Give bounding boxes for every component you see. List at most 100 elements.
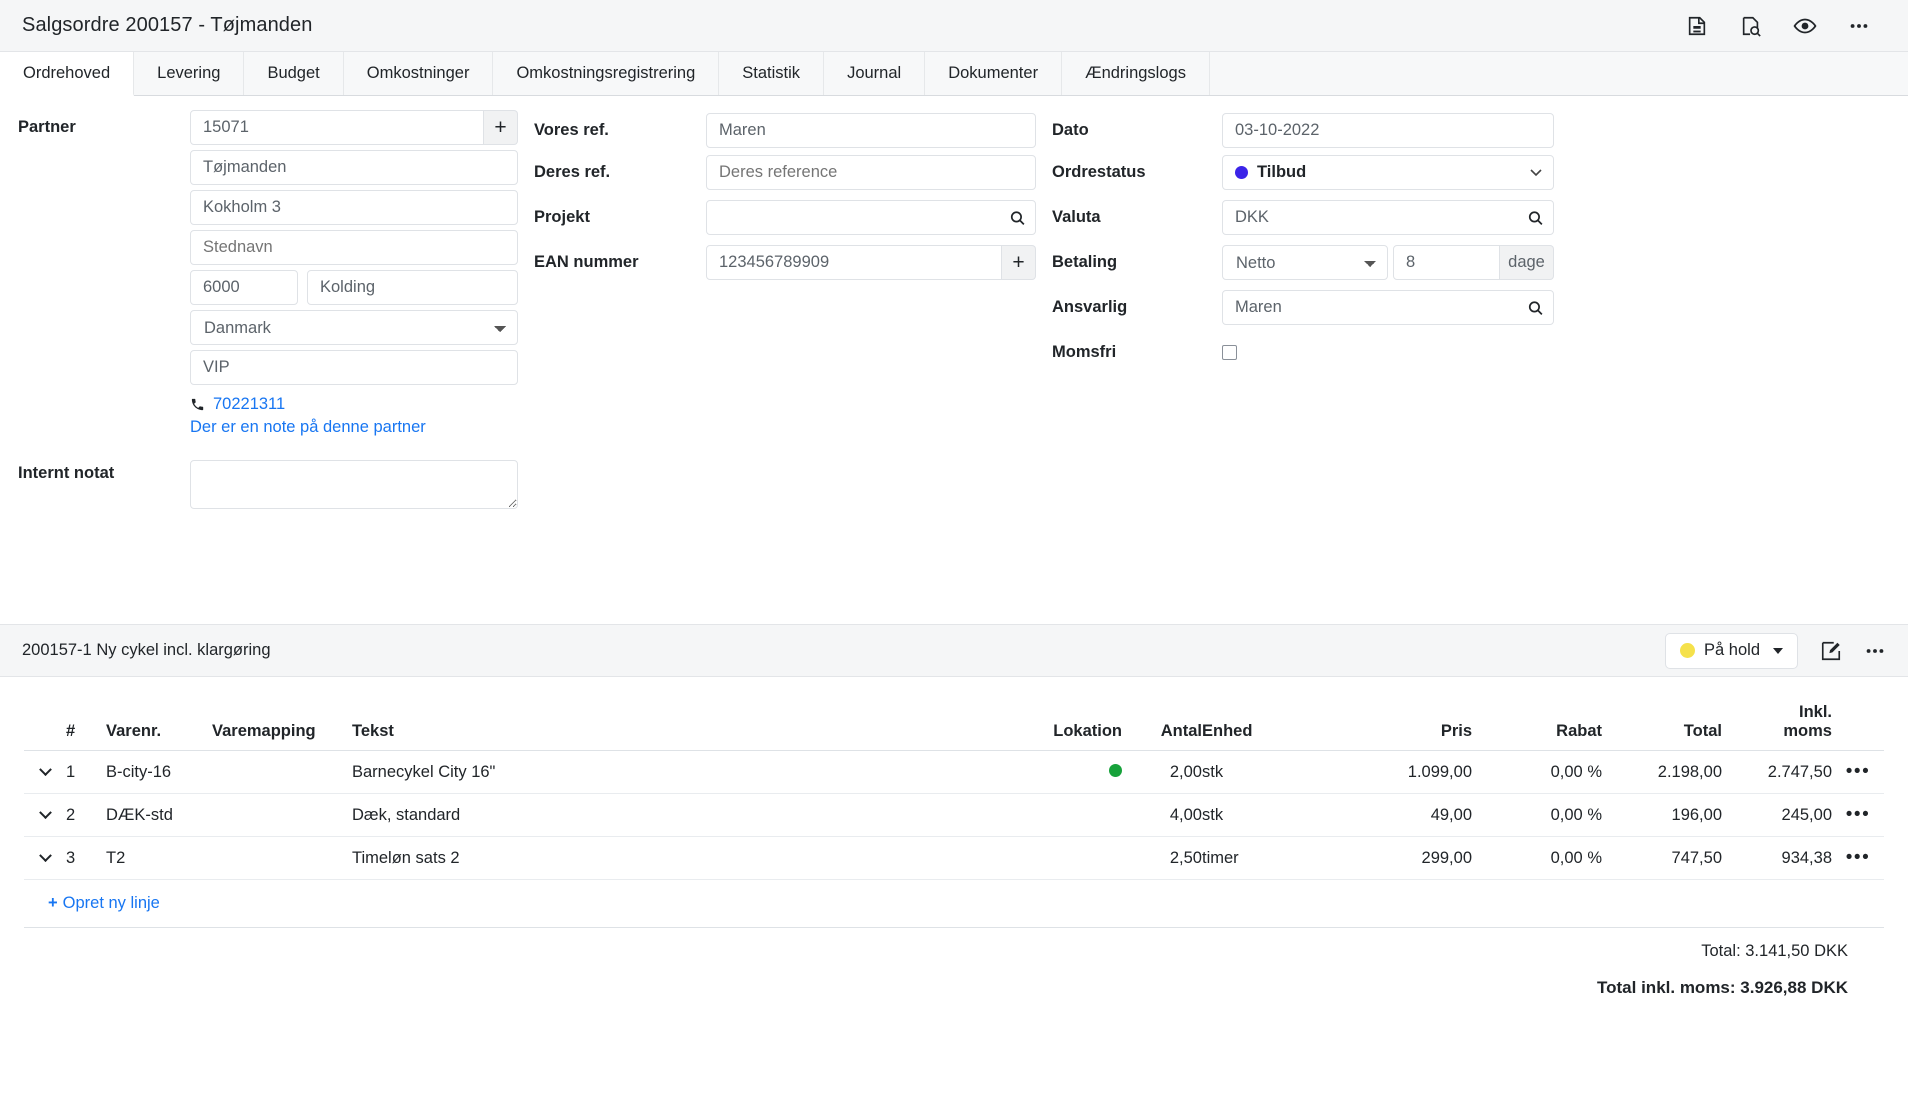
edit-pencil-icon[interactable]	[1820, 640, 1842, 662]
ordrestatus-color-dot	[1235, 166, 1248, 179]
table-row[interactable]: 1 B-city-16 Barnecykel City 16" 2,00 stk…	[24, 751, 1884, 794]
row-lokation	[972, 794, 1122, 837]
partner-number-input[interactable]	[190, 110, 484, 145]
partner-address-input[interactable]	[190, 190, 518, 225]
tab-dokumenter[interactable]: Dokumenter	[925, 52, 1063, 95]
ean-add-button[interactable]: +	[1002, 245, 1036, 280]
row-more-options-icon[interactable]: •••	[1832, 751, 1884, 794]
row-enhed[interactable]: stk	[1202, 751, 1322, 794]
partner-label: Partner	[18, 118, 76, 136]
table-row[interactable]: 2 DÆK-std Dæk, standard 4,00 stk 49,00 0…	[24, 794, 1884, 837]
row-varemapping[interactable]	[212, 794, 352, 837]
partner-city-input[interactable]	[307, 270, 518, 305]
row-expand-toggle[interactable]	[24, 794, 66, 837]
total-excl-vat: Total: 3.141,50 DKK	[1701, 942, 1848, 960]
tab-omkostninger[interactable]: Omkostninger	[343, 52, 494, 95]
internal-note-textarea[interactable]	[190, 460, 518, 509]
save-document-icon[interactable]	[1684, 13, 1710, 39]
row-tekst[interactable]: Barnecykel City 16"	[352, 751, 972, 794]
tab-omkostningsregistrering[interactable]: Omkostningsregistrering	[493, 52, 720, 95]
row-expand-toggle[interactable]	[24, 837, 66, 880]
tab-aendringslogs[interactable]: Ændringslogs	[1062, 52, 1210, 95]
deres-ref-label: Deres ref.	[534, 163, 611, 181]
row-pris[interactable]: 1.099,00	[1322, 751, 1472, 794]
partner-country-select[interactable]: DanmarkSverigeNorgeTyskland	[190, 310, 518, 345]
valuta-input[interactable]	[1222, 200, 1554, 235]
ean-input[interactable]	[706, 245, 1002, 280]
row-more-options-icon[interactable]: •••	[1832, 837, 1884, 880]
projekt-input[interactable]	[706, 200, 1036, 235]
tab-journal[interactable]: Journal	[824, 52, 926, 95]
chevron-down-icon[interactable]	[1530, 164, 1542, 182]
more-options-icon[interactable]	[1846, 13, 1872, 39]
internal-note-label: Internt notat	[18, 464, 115, 482]
row-expand-toggle[interactable]	[24, 751, 66, 794]
partner-zip-input[interactable]	[190, 270, 298, 305]
line-section-header: 200157-1 Ny cykel incl. klargøring På ho…	[0, 625, 1908, 677]
row-rabat[interactable]: 0,00 %	[1472, 751, 1602, 794]
col-antal: Antal	[1160, 722, 1202, 740]
row-varenr[interactable]: T2	[92, 837, 212, 880]
row-varenr[interactable]: DÆK-std	[92, 794, 212, 837]
chevron-down-icon[interactable]	[38, 805, 52, 819]
page-title: Salgsordre 200157 - Tøjmanden	[22, 14, 313, 36]
row-tekst[interactable]: Timeløn sats 2	[352, 837, 972, 880]
momsfri-checkbox[interactable]	[1222, 345, 1237, 360]
deres-ref-input[interactable]	[706, 155, 1036, 190]
row-enhed[interactable]: stk	[1202, 794, 1322, 837]
ordrestatus-select[interactable]: Tilbud	[1222, 155, 1554, 190]
momsfri-label: Momsfri	[1052, 343, 1117, 361]
table-row[interactable]: 3 T2 Timeløn sats 2 2,50 timer 299,00 0,…	[24, 837, 1884, 880]
chevron-down-icon[interactable]	[38, 762, 52, 776]
col-varemapping: Varemapping	[212, 722, 316, 740]
betaling-days-suffix: dage	[1500, 245, 1554, 280]
titlebar-actions	[1684, 13, 1886, 39]
vores-ref-input[interactable]	[706, 112, 1036, 148]
row-antal[interactable]: 2,00	[1122, 751, 1202, 794]
chevron-down-icon[interactable]	[38, 848, 52, 862]
projekt-search-icon[interactable]	[1009, 209, 1026, 226]
row-varemapping[interactable]	[212, 751, 352, 794]
partner-phone-link[interactable]: 70221311	[213, 395, 285, 414]
tab-statistik[interactable]: Statistik	[719, 52, 825, 95]
row-tekst[interactable]: Dæk, standard	[352, 794, 972, 837]
vores-ref-label: Vores ref.	[534, 120, 609, 139]
tab-levering[interactable]: Levering	[134, 52, 245, 95]
partner-name-input[interactable]	[190, 150, 518, 185]
row-varenr[interactable]: B-city-16	[92, 751, 212, 794]
tab-budget[interactable]: Budget	[244, 52, 344, 95]
betaling-days-input[interactable]	[1393, 245, 1500, 280]
row-pris[interactable]: 49,00	[1322, 794, 1472, 837]
col-pris: Pris	[1440, 722, 1472, 740]
tab-bar: Ordrehoved Levering Budget Omkostninger …	[0, 52, 1908, 96]
add-new-line-button[interactable]: + Opret ny linje	[48, 894, 160, 912]
more-options-icon[interactable]	[1864, 640, 1886, 662]
row-more-options-icon[interactable]: •••	[1832, 794, 1884, 837]
row-index: 1	[66, 762, 76, 781]
partner-note-link[interactable]: Der er en note på denne partner	[190, 418, 518, 437]
betaling-term-select[interactable]: NettoLøbende månedKontant	[1222, 245, 1388, 280]
add-line-row: + Opret ny linje	[24, 880, 1884, 928]
row-antal[interactable]: 4,00	[1122, 794, 1202, 837]
row-rabat[interactable]: 0,00 %	[1472, 837, 1602, 880]
row-antal[interactable]: 2,50	[1122, 837, 1202, 880]
row-enhed[interactable]: timer	[1202, 837, 1322, 880]
row-rabat[interactable]: 0,00 %	[1472, 794, 1602, 837]
ansvarlig-input[interactable]	[1222, 290, 1554, 325]
partner-group-input[interactable]	[190, 350, 518, 385]
ansvarlig-search-icon[interactable]	[1527, 299, 1544, 316]
row-varemapping[interactable]	[212, 837, 352, 880]
dato-input[interactable]	[1222, 112, 1554, 148]
row-lokation	[972, 751, 1122, 794]
line-status-button[interactable]: På hold	[1665, 632, 1798, 669]
document-search-icon[interactable]	[1738, 13, 1764, 39]
valuta-search-icon[interactable]	[1527, 209, 1544, 226]
lines-header-row: # Varenr. Varemapping Tekst Lokation Ant…	[24, 703, 1884, 751]
preview-eye-icon[interactable]	[1792, 13, 1818, 39]
tab-ordrehoved[interactable]: Ordrehoved	[0, 52, 135, 96]
partner-column: Partner + DanmarkSverigeNor	[18, 110, 518, 509]
stock-status-dot	[1109, 763, 1122, 777]
partner-add-button[interactable]: +	[484, 110, 518, 145]
partner-place-input[interactable]	[190, 230, 518, 265]
row-pris[interactable]: 299,00	[1322, 837, 1472, 880]
